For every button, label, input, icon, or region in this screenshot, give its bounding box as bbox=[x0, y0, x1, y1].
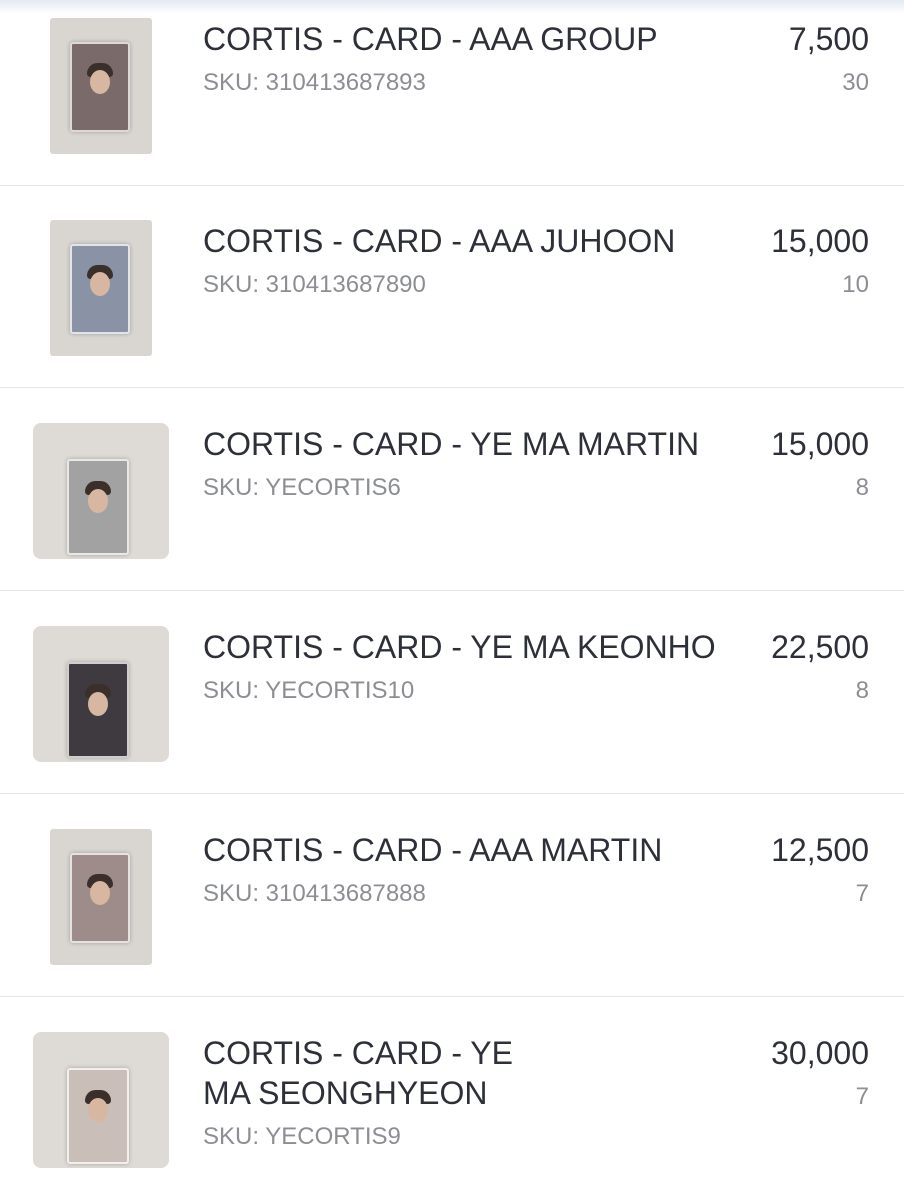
photocard-image bbox=[67, 662, 129, 758]
photocard-image bbox=[67, 459, 129, 555]
list-item[interactable]: CORTIS - CARD - YE MA SEONGHYEON SKU: YE… bbox=[0, 998, 904, 1200]
row-divider bbox=[0, 590, 904, 591]
product-quantity: 30 bbox=[842, 69, 869, 96]
list-item[interactable]: CORTIS - CARD - AAA GROUP SKU: 310413687… bbox=[0, 0, 904, 186]
product-quantity: 7 bbox=[855, 1083, 869, 1110]
product-thumbnail bbox=[50, 220, 152, 356]
product-price: 15,000 bbox=[771, 223, 869, 259]
row-divider bbox=[0, 793, 904, 794]
product-sku: SKU: 310413687888 bbox=[203, 880, 426, 907]
product-sku: SKU: 310413687893 bbox=[203, 69, 426, 96]
list-item[interactable]: CORTIS - CARD - AAA MARTIN SKU: 31041368… bbox=[0, 795, 904, 997]
photocard-image bbox=[70, 244, 130, 334]
product-name: CORTIS - CARD - YE MA MARTIN bbox=[203, 426, 700, 462]
product-sku: SKU: YECORTIS6 bbox=[203, 474, 401, 501]
product-price: 30,000 bbox=[771, 1035, 869, 1071]
product-quantity: 8 bbox=[855, 677, 869, 704]
photocard-image bbox=[67, 1068, 129, 1164]
product-price: 12,500 bbox=[771, 832, 869, 868]
product-name: CORTIS - CARD - YE MA KEONHO bbox=[203, 629, 716, 665]
product-name: CORTIS - CARD - AAA GROUP bbox=[203, 21, 658, 57]
product-price: 22,500 bbox=[771, 629, 869, 665]
product-sku: SKU: 310413687890 bbox=[203, 271, 426, 298]
product-name: CORTIS - CARD - AAA JUHOON bbox=[203, 223, 676, 259]
row-divider bbox=[0, 387, 904, 388]
product-sku: SKU: YECORTIS10 bbox=[203, 677, 415, 704]
product-price: 15,000 bbox=[771, 426, 869, 462]
list-item[interactable]: CORTIS - CARD - YE MA KEONHO SKU: YECORT… bbox=[0, 592, 904, 794]
product-price: 7,500 bbox=[788, 21, 869, 57]
product-thumbnail bbox=[50, 829, 152, 965]
product-quantity: 10 bbox=[842, 271, 869, 298]
product-thumbnail bbox=[50, 18, 152, 154]
product-sku: SKU: YECORTIS9 bbox=[203, 1123, 401, 1150]
product-quantity: 8 bbox=[855, 474, 869, 501]
list-item[interactable]: CORTIS - CARD - AAA JUHOON SKU: 31041368… bbox=[0, 186, 904, 388]
product-quantity: 7 bbox=[855, 880, 869, 907]
product-name: CORTIS - CARD - AAA MARTIN bbox=[203, 832, 663, 868]
row-divider bbox=[0, 996, 904, 997]
list-item[interactable]: CORTIS - CARD - YE MA MARTIN SKU: YECORT… bbox=[0, 389, 904, 591]
product-name: CORTIS - CARD - YE MA SEONGHYEON bbox=[203, 1035, 513, 1111]
photocard-image bbox=[70, 853, 130, 943]
product-thumbnail bbox=[33, 1032, 169, 1168]
photocard-image bbox=[70, 42, 130, 132]
product-thumbnail bbox=[33, 626, 169, 762]
product-thumbnail bbox=[33, 423, 169, 559]
